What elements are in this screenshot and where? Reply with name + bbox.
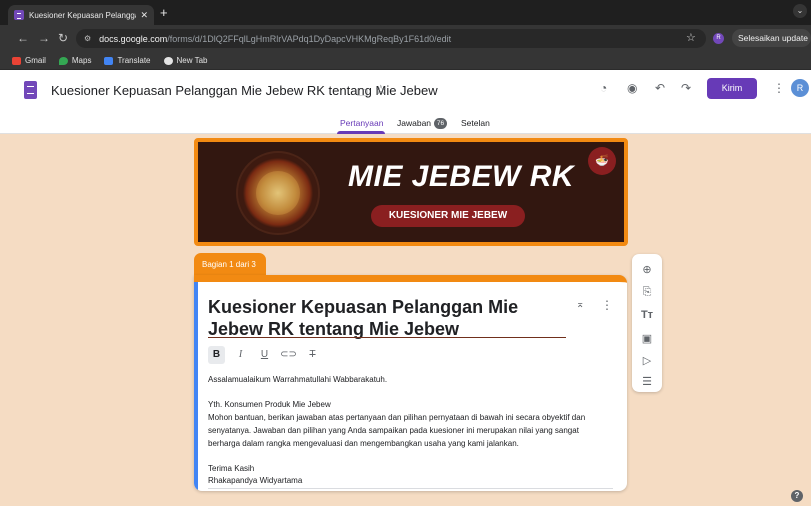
description-closing: Terima Kasih [208, 464, 255, 473]
clear-format-icon[interactable]: T [304, 346, 321, 364]
preview-eye-icon[interactable]: ◉ [627, 81, 637, 95]
bookmark-gmail[interactable]: Gmail [12, 56, 46, 65]
browser-tab[interactable]: Kuesioner Kepuasan Pelangga ✕ [8, 5, 154, 25]
bookmark-label: New Tab [176, 56, 208, 65]
section-label: Bagian 1 dari 3 [194, 253, 266, 276]
browser-tab-title: Kuesioner Kepuasan Pelangga [29, 10, 137, 20]
url-host: docs.google.com [99, 33, 168, 44]
tab-questions[interactable]: Pertanyaan [340, 118, 383, 128]
bookmark-star-icon[interactable]: ☆ [686, 31, 696, 44]
gmail-icon [12, 56, 21, 65]
section-more-icon[interactable]: ⋮ [601, 298, 613, 312]
url-path: /forms/d/1DlQ2FFqlLgHmRlrVAPdq1DyDapcVHK… [167, 33, 452, 44]
description-line: Yth. Konsumen Produk Mie Jebew [208, 400, 331, 409]
tab-responses[interactable]: Jawaban 76 [397, 118, 448, 130]
add-title-icon[interactable]: Tт [632, 309, 662, 321]
format-toolbar: B I U ⊂⊃ T [208, 346, 328, 364]
import-questions-icon[interactable]: ⎘ [632, 286, 662, 299]
bookmark-translate[interactable]: Translate [104, 56, 151, 65]
brand-logo-icon: 🍜 [588, 147, 616, 175]
description-signature: Rhakapandya Widyartama [208, 476, 303, 485]
avatar[interactable]: R [791, 79, 809, 97]
bookmark-label: Translate [117, 56, 151, 65]
tab-settings[interactable]: Setelan [461, 118, 490, 128]
add-question-icon[interactable]: ⊕ [632, 263, 662, 276]
add-video-icon[interactable]: ▷ [632, 354, 662, 367]
description-line: Mohon bantuan, berikan jawaban atas pert… [208, 413, 586, 422]
description-greeting: Assalamualaikum Warrahmatullahi Wabbarak… [208, 375, 388, 384]
tab-search-icon[interactable]: ⌄ [793, 4, 807, 18]
translate-icon [104, 56, 114, 65]
header-banner-image[interactable]: MIE JEBEW RK KUESIONER MIE JEBEW 🍜 [194, 138, 628, 246]
form-tabs: Pertanyaan Jawaban 76 Setelan [0, 117, 811, 134]
add-section-icon[interactable]: ☰ [632, 375, 662, 388]
finish-update-button[interactable]: Selesaikan update ⋮ [732, 29, 811, 47]
bookmark-label: Maps [71, 56, 92, 65]
folder-icon[interactable]: 🗀 [357, 84, 368, 103]
side-toolbar: ⊕ ⎘ Tт ▣ ▷ ☰ [632, 254, 662, 392]
banner-subtitle: KUESIONER MIE JEBEW [371, 205, 525, 227]
bold-icon[interactable]: B [208, 346, 225, 364]
bookmark-new-tab[interactable]: New Tab [163, 56, 208, 65]
noodle-dish-image [236, 151, 320, 235]
active-tab-indicator [337, 131, 385, 134]
undo-icon[interactable]: ↶ [655, 81, 665, 95]
italic-icon[interactable]: I [232, 346, 249, 364]
browser-profile-avatar[interactable]: R [713, 33, 724, 44]
browser-tabbar: Kuesioner Kepuasan Pelangga ✕ + ⌄ [0, 0, 811, 25]
tab-responses-label: Jawaban [397, 118, 432, 128]
bookmark-maps[interactable]: Maps [58, 56, 92, 65]
globe-icon [163, 56, 173, 65]
collapse-icon[interactable]: ⌅ [576, 299, 584, 310]
section-card[interactable]: Kuesioner Kepuasan Pelanggan Mie Jebew R… [194, 275, 627, 491]
palette-icon[interactable]: ◔ [600, 81, 607, 95]
forms-favicon-icon [14, 10, 24, 20]
description-line: berharga dalam rangka mengevaluasi dan m… [208, 439, 519, 448]
help-icon[interactable]: ? [791, 490, 803, 502]
bookmark-label: Gmail [25, 56, 46, 65]
back-icon[interactable]: ← [17, 32, 29, 44]
send-button[interactable]: Kirim [707, 78, 757, 99]
description-underline [208, 488, 613, 489]
responses-count-badge: 76 [434, 118, 448, 130]
section-title[interactable]: Kuesioner Kepuasan Pelanggan Mie Jebew R… [208, 296, 563, 340]
close-tab-icon[interactable]: ✕ [140, 10, 148, 21]
add-image-icon[interactable]: ▣ [632, 332, 662, 345]
banner-title: MIE JEBEW RK [348, 160, 575, 193]
forms-logo-icon[interactable] [24, 81, 37, 99]
forward-icon[interactable]: → [38, 32, 50, 44]
star-icon[interactable]: ☆ [375, 82, 387, 98]
redo-icon[interactable]: ↷ [681, 81, 691, 95]
forms-header: Kuesioner Kepuasan Pelanggan Mie Jebew R… [0, 70, 811, 134]
maps-pin-icon [58, 56, 68, 65]
reload-icon[interactable]: ↻ [58, 32, 68, 44]
more-options-icon[interactable]: ⋮ [773, 81, 785, 95]
underline-icon[interactable]: U [256, 346, 273, 364]
link-icon[interactable]: ⊂⊃ [280, 346, 297, 364]
site-info-icon[interactable]: ⚙ [84, 34, 91, 43]
bookmarks-bar: Gmail Maps Translate New Tab [0, 52, 811, 70]
address-bar[interactable]: ⚙ docs.google.com /forms/d/1DlQ2FFqlLgHm… [76, 29, 706, 48]
active-card-indicator [194, 282, 198, 491]
description-line: senyatanya. Jawaban dan pilihan yang And… [208, 426, 579, 435]
new-tab-button[interactable]: + [160, 6, 168, 19]
title-underline [208, 337, 566, 338]
